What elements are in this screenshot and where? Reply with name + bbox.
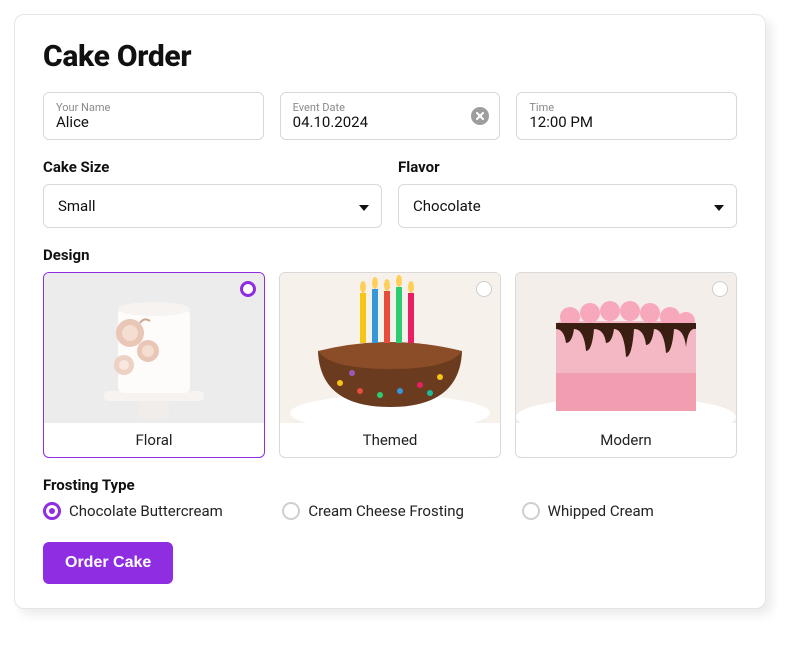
frosting-option-label: Cream Cheese Frosting — [308, 502, 464, 520]
design-caption: Themed — [280, 423, 500, 457]
radio-indicator — [240, 281, 256, 297]
flavor-value: Chocolate — [413, 197, 481, 215]
time-field[interactable]: Time — [516, 92, 737, 140]
design-option-themed[interactable]: Themed — [279, 272, 501, 458]
design-label: Design — [43, 246, 737, 264]
frosting-option-label: Whipped Cream — [548, 502, 654, 520]
order-cake-button[interactable]: Order Cake — [43, 542, 173, 584]
design-caption: Floral — [44, 423, 264, 457]
basic-info-row: Your Name Event Date Time — [43, 92, 737, 140]
size-value: Small — [58, 197, 96, 215]
frosting-option-cream-cheese[interactable]: Cream Cheese Frosting — [282, 502, 497, 520]
size-label: Cake Size — [43, 158, 382, 176]
page-title: Cake Order — [43, 39, 737, 74]
time-input[interactable] — [529, 113, 724, 133]
frosting-options: Chocolate Buttercream Cream Cheese Frost… — [43, 502, 737, 520]
time-label: Time — [529, 102, 724, 113]
size-select[interactable]: Small — [43, 184, 382, 228]
frosting-option-chocolate-buttercream[interactable]: Chocolate Buttercream — [43, 502, 258, 520]
caret-down-icon — [359, 197, 369, 215]
flavor-select[interactable]: Chocolate — [398, 184, 737, 228]
flavor-label: Flavor — [398, 158, 737, 176]
name-field[interactable]: Your Name — [43, 92, 264, 140]
caret-down-icon — [714, 197, 724, 215]
close-icon — [475, 111, 485, 121]
frosting-option-label: Chocolate Buttercream — [69, 502, 223, 520]
size-group: Cake Size Small — [43, 140, 382, 228]
design-option-floral[interactable]: Floral — [43, 272, 265, 458]
radio-icon — [522, 502, 540, 520]
order-form-card: Cake Order Your Name Event Date Time Cak… — [14, 14, 766, 609]
clear-date-button[interactable] — [471, 107, 489, 125]
date-input[interactable] — [293, 113, 488, 133]
frosting-option-whipped-cream[interactable]: Whipped Cream — [522, 502, 737, 520]
name-label: Your Name — [56, 102, 251, 113]
size-flavor-row: Cake Size Small Flavor Chocolate — [43, 140, 737, 228]
flavor-group: Flavor Chocolate — [398, 140, 737, 228]
radio-indicator — [476, 281, 492, 297]
themed-cake-image — [280, 273, 500, 423]
design-option-modern[interactable]: Modern — [515, 272, 737, 458]
date-label: Event Date — [293, 102, 488, 113]
name-input[interactable] — [56, 113, 251, 133]
radio-icon — [282, 502, 300, 520]
floral-cake-image — [44, 273, 264, 423]
frosting-label: Frosting Type — [43, 476, 737, 494]
radio-icon — [43, 502, 61, 520]
date-field[interactable]: Event Date — [280, 92, 501, 140]
radio-indicator — [712, 281, 728, 297]
design-caption: Modern — [516, 423, 736, 457]
modern-cake-image — [516, 273, 736, 423]
design-options: Floral — [43, 272, 737, 458]
